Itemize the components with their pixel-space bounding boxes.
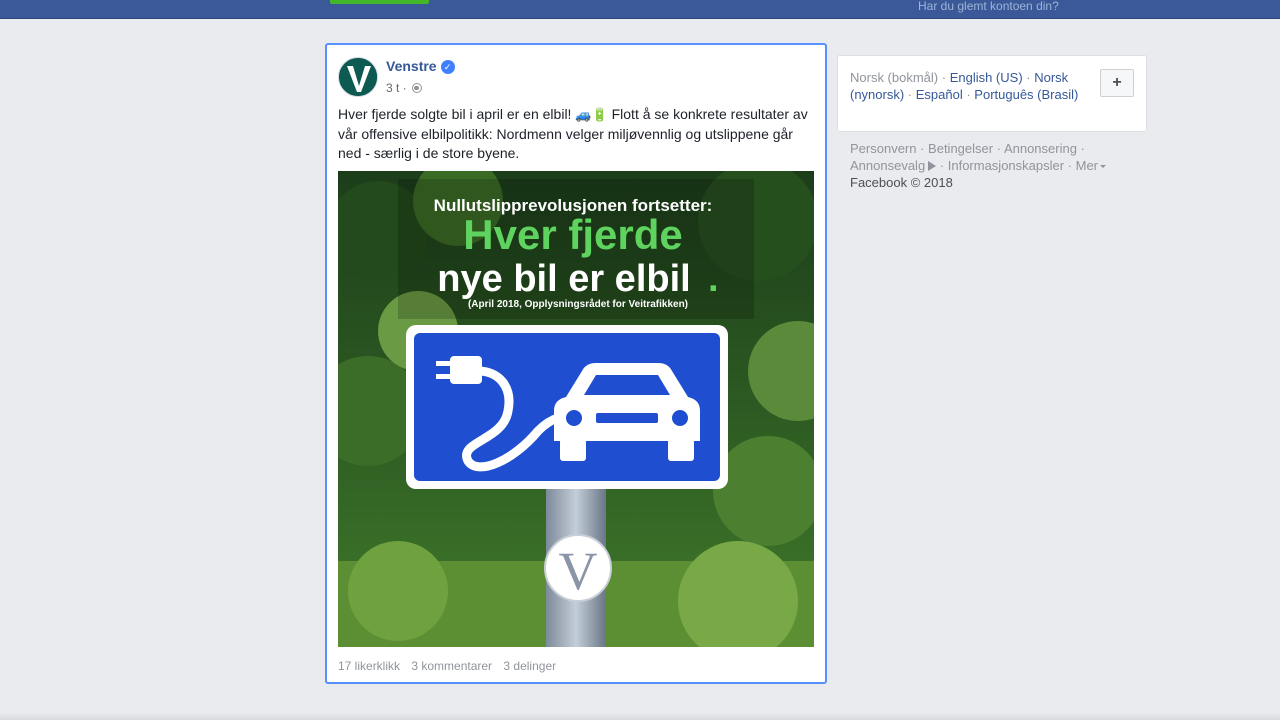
caret-down-icon <box>1100 165 1107 168</box>
more-link[interactable]: Mer <box>1075 158 1107 173</box>
likes-count[interactable]: 17 likerklikk <box>338 659 400 673</box>
language-english[interactable]: English (US) <box>950 70 1023 85</box>
footer-links: Personvern · Betingelser · Annonsering ·… <box>850 140 1140 191</box>
post-header: Venstre ✓ 3 t · <box>338 57 808 99</box>
post-image[interactable]: Nullutslipprevolusjonen fortsetter: Hver… <box>338 171 814 647</box>
language-selector: Norsk (bokmål) · English (US) · Norsk (n… <box>837 55 1147 132</box>
shares-count[interactable]: 3 delinger <box>503 659 556 673</box>
advertising-link[interactable]: Annonsering <box>1004 141 1077 156</box>
copyright: Facebook © 2018 <box>850 175 953 190</box>
page-name: Venstre <box>386 58 437 74</box>
page-name-link[interactable]: Venstre ✓ <box>386 58 455 74</box>
signup-button[interactable] <box>330 0 429 4</box>
ev-sign-graphic: Nullutslipprevolusjonen fortsetter: Hver… <box>338 171 814 647</box>
forgot-account-link[interactable]: Har du glemt kontoen din? <box>918 0 1059 13</box>
current-language: Norsk (bokmål) <box>850 70 939 85</box>
page-avatar[interactable] <box>338 57 378 97</box>
comments-count[interactable]: 3 kommentarer <box>411 659 492 673</box>
post-text-part1: Hver fjerde solgte bil i april er en elb… <box>338 106 576 122</box>
post-timestamp[interactable]: 3 t · <box>386 81 407 95</box>
image-headline-dot: . <box>708 258 719 300</box>
top-navigation-bar: Har du glemt kontoen din? <box>0 0 1280 19</box>
globe-icon[interactable] <box>412 83 423 93</box>
language-spanish[interactable]: Español <box>916 87 963 102</box>
cookies-link[interactable]: Informasjonskapsler <box>948 158 1064 173</box>
privacy-link[interactable]: Personvern <box>850 141 916 156</box>
language-list: Norsk (bokmål) · English (US) · Norsk (n… <box>850 70 1079 102</box>
car-battery-emoji: 🚙🔋 <box>575 108 608 123</box>
adchoices-link[interactable]: Annonsevalg <box>850 158 937 173</box>
terms-link[interactable]: Betingelser <box>928 141 993 156</box>
image-headline-line3: nye bil er elbil <box>437 258 690 300</box>
post-card: Venstre ✓ 3 t · Hver fjerde solgte bil i … <box>325 43 827 684</box>
adchoices-icon <box>928 161 937 171</box>
bottom-shadow <box>0 712 1280 720</box>
add-language-button[interactable]: + <box>1100 69 1134 97</box>
verified-badge-icon: ✓ <box>440 60 455 74</box>
more-label: Mer <box>1075 158 1099 173</box>
post-meta: 3 t · <box>386 81 423 95</box>
adchoices-label: Annonsevalg <box>850 158 926 173</box>
language-portuguese[interactable]: Português (Brasil) <box>974 87 1078 102</box>
post-engagement-bar: 17 likerklikk 3 kommentarer 3 delinger <box>338 659 564 673</box>
venstre-logo-icon <box>339 58 377 96</box>
pole-logo-letter: V <box>559 541 598 601</box>
post-text: Hver fjerde solgte bil i april er en elb… <box>338 105 816 163</box>
image-source: (April 2018, Opplysningsrådet for Veitra… <box>468 298 688 310</box>
image-headline-line2: Hver fjerde <box>463 211 682 258</box>
